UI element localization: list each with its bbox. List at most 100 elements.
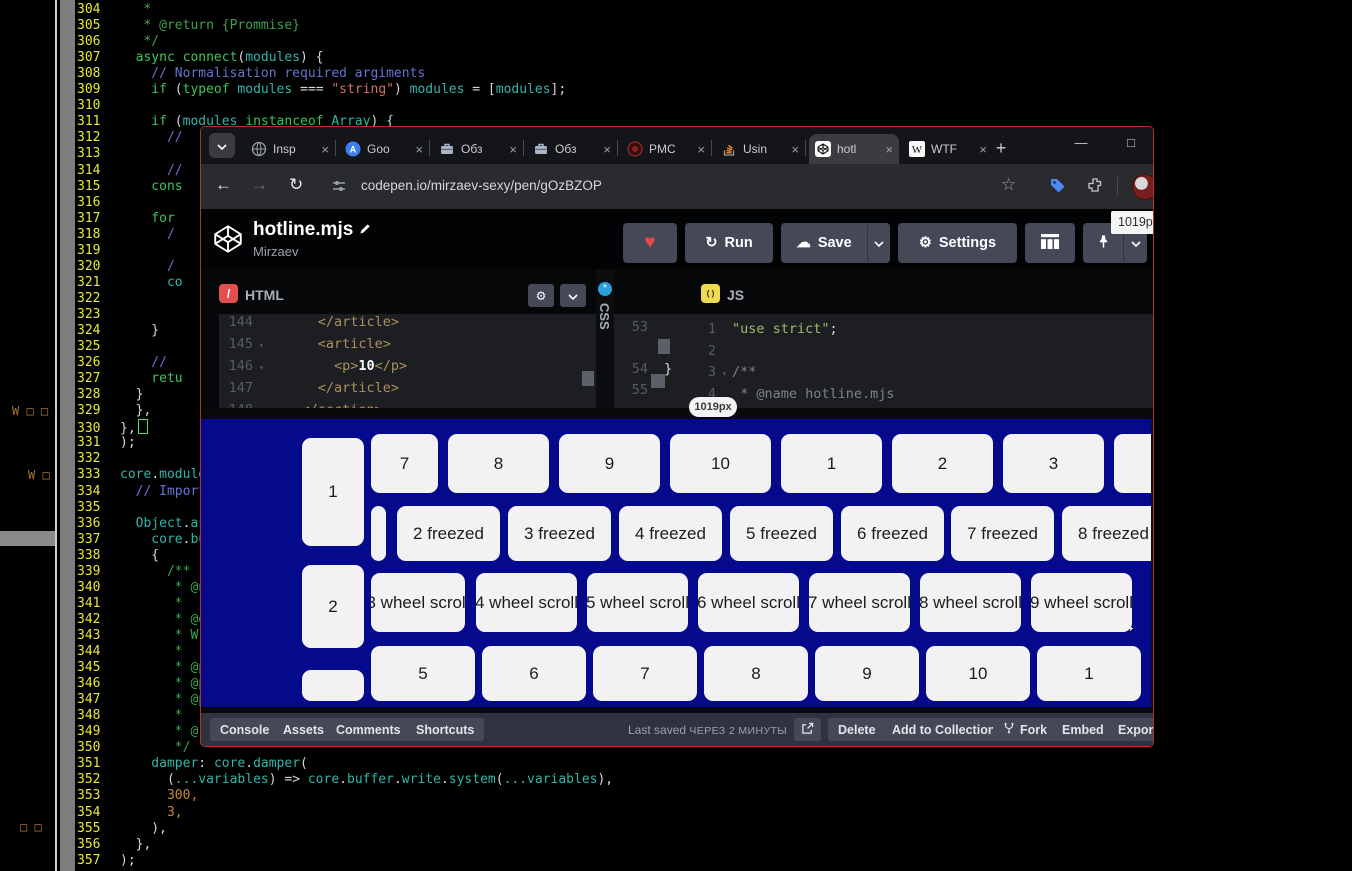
html-panel-label[interactable]: HTML (245, 287, 284, 303)
embed-button[interactable]: Embed (1052, 718, 1114, 741)
code-line: 147 </article> (219, 378, 399, 400)
tag-extension-icon[interactable] (1049, 177, 1065, 198)
love-button[interactable]: ♥ (623, 223, 677, 263)
settings-button[interactable]: ⚙Settings (898, 223, 1017, 263)
tab-close-icon[interactable]: × (321, 142, 329, 157)
preview-resize-divider[interactable]: 1019px (201, 408, 1153, 419)
reload-icon[interactable]: ↻ (289, 175, 303, 195)
shortcuts-button[interactable]: Shortcuts (406, 718, 484, 741)
preview-card[interactable]: 7 (371, 434, 438, 493)
preview-card[interactable]: 6 (482, 646, 586, 701)
preview-card[interactable]: 3 (1003, 434, 1104, 493)
preview-card[interactable]: 8 (704, 646, 808, 701)
preview-card[interactable]: 8 freezed (1062, 506, 1151, 561)
preview-card[interactable]: 7 wheel scroll (809, 573, 910, 632)
editor-scrollbar[interactable] (60, 0, 75, 871)
url-address[interactable]: codepen.io/mirzaev-sexy/pen/gOzBZOP (361, 178, 602, 193)
preview-card[interactable]: 3 freezed (508, 506, 611, 561)
preview-card[interactable]: 6 freezed (841, 506, 944, 561)
preview-card[interactable]: 5 (371, 646, 475, 701)
preview-card[interactable]: 6 wheel scroll (698, 573, 799, 632)
preview-card[interactable]: 1 (781, 434, 882, 493)
preview-card[interactable]: 8 wheel scroll (920, 573, 1021, 632)
editor-panels: / HTML ⚙ 144 </article>145▾ <article>146… (201, 269, 1153, 408)
codepen-header: hotline.mjs Mirzaev ♥ ↻Run ☁Save ⚙Settin… (201, 209, 1153, 269)
preview-card[interactable] (1114, 434, 1151, 493)
console-button[interactable]: Console (210, 718, 279, 741)
forward-icon[interactable]: → (251, 175, 268, 195)
browser-tab-insp[interactable]: Insp× (245, 134, 335, 164)
html-settings-button[interactable]: ⚙ (528, 284, 554, 307)
tab-close-icon[interactable]: × (885, 142, 893, 157)
preview-card[interactable]: 7 (593, 646, 697, 701)
tab-close-icon[interactable]: × (603, 142, 611, 157)
browser-tab-hotl[interactable]: hotl× (809, 134, 899, 164)
css-panel-label[interactable]: CSS (597, 303, 612, 330)
html-collapse-button[interactable] (560, 284, 586, 307)
export-button[interactable]: Export (1108, 718, 1154, 741)
tab-close-icon[interactable]: × (509, 142, 517, 157)
profile-avatar[interactable] (1132, 174, 1154, 200)
html-code-area[interactable]: 144 </article>145▾ <article>146▾ <p>10</… (219, 314, 596, 408)
preview-card[interactable]: 5 freezed (730, 506, 833, 561)
delete-button[interactable]: Delete (828, 718, 886, 741)
extensions-icon[interactable] (1087, 177, 1103, 198)
css-panel-collapsed[interactable]: * CSS (596, 269, 614, 408)
line-number: 347 (77, 692, 120, 708)
html-scrollbar-thumb[interactable] (582, 371, 594, 386)
preview-side-card[interactable]: 1 (302, 438, 364, 546)
preview-card[interactable]: 4 wheel scroll (476, 573, 577, 632)
preview-card[interactable]: 7 freezed (951, 506, 1054, 561)
tabs-menu-button[interactable] (209, 133, 235, 158)
preview-card[interactable]: 5 wheel scroll (587, 573, 688, 632)
preview-side-card[interactable] (302, 670, 364, 701)
line-number: 356 (77, 837, 120, 853)
preview-card[interactable]: 2 (892, 434, 993, 493)
preview-side-card[interactable]: 2 (302, 565, 364, 648)
preview-card[interactable]: 8 (448, 434, 549, 493)
layout-button[interactable] (1025, 223, 1075, 263)
back-icon[interactable]: ← (215, 175, 232, 195)
assets-button[interactable]: Assets (273, 718, 334, 741)
preview-card[interactable]: 9 wheel scroll (1031, 573, 1132, 632)
tab-close-icon[interactable]: × (415, 142, 423, 157)
preview-card[interactable]: 4 freezed (619, 506, 722, 561)
browser-tab-wtf[interactable]: WWTF× (903, 134, 993, 164)
browser-tab-обз[interactable]: Обз× (433, 134, 523, 164)
preview-card[interactable]: 2 freezed (397, 506, 500, 561)
new-tab-button[interactable]: + (989, 136, 1013, 160)
css-code-area[interactable]: 53 d54 }55 (614, 314, 682, 408)
js-panel-label[interactable]: JS (727, 287, 744, 303)
preview-card[interactable] (371, 506, 386, 561)
code-line: 144 </article> (219, 314, 399, 334)
browser-tab-обз[interactable]: Обз× (527, 134, 617, 164)
browser-tab-pmc[interactable]: PMC× (621, 134, 711, 164)
run-button[interactable]: ↻Run (685, 223, 773, 263)
open-external-button[interactable] (794, 718, 821, 741)
tab-close-icon[interactable]: × (791, 142, 799, 157)
browser-tab-goo[interactable]: AGoo× (339, 134, 429, 164)
edit-pencil-icon[interactable] (359, 219, 372, 232)
maximize-button[interactable]: □ (1121, 135, 1141, 150)
tab-close-icon[interactable]: × (697, 142, 705, 157)
codepen-logo-icon[interactable] (211, 222, 245, 256)
preview-card[interactable]: 9 (815, 646, 919, 701)
site-info-icon[interactable] (331, 178, 347, 199)
fork-button[interactable]: Fork (993, 718, 1057, 741)
code-line: 325 (77, 339, 120, 355)
tab-close-icon[interactable]: × (979, 142, 987, 157)
preview-card[interactable]: 10 (670, 434, 771, 493)
browser-tab-usin[interactable]: Usin× (715, 134, 805, 164)
comments-button[interactable]: Comments (326, 718, 411, 741)
pen-author[interactable]: Mirzaev (253, 244, 299, 259)
preview-card[interactable]: 1 (1037, 646, 1141, 701)
preview-card[interactable]: 9 (559, 434, 660, 493)
save-dropdown-button[interactable] (867, 223, 890, 263)
minimize-button[interactable]: — (1071, 135, 1091, 150)
add-to-collection-button[interactable]: Add to Collection (882, 718, 1005, 741)
bookmark-star-icon[interactable]: ☆ (1001, 175, 1016, 195)
preview-card[interactable]: 10 (926, 646, 1030, 701)
preview-card[interactable]: 3 wheel scroll (371, 573, 465, 632)
js-code-area[interactable]: 1 "use strict";2 3▾/**4 * @name hotline.… (682, 314, 1153, 408)
line-number: 332 (77, 451, 120, 467)
